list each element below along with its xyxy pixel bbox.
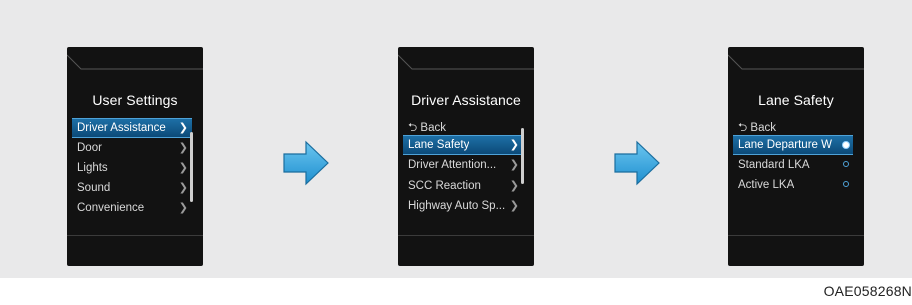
screen-lane-safety: Lane Safety ⮌ Back Lane Departure W Stan… — [728, 47, 864, 266]
back-label: Back — [750, 122, 776, 134]
chevron-right-icon: ❯ — [178, 182, 188, 194]
menu-item-label: Convenience — [77, 202, 145, 214]
chevron-right-icon: ❯ — [509, 180, 519, 192]
screen-title: Driver Assistance — [411, 92, 521, 108]
right-arrow-icon — [614, 140, 660, 186]
chevron-right-icon: ❯ — [178, 202, 188, 214]
screen-title: User Settings — [92, 92, 178, 108]
option-standard-lka[interactable]: Standard LKA — [733, 155, 853, 175]
menu-item-label: Sound — [77, 182, 111, 194]
screen-driver-assistance: Driver Assistance ⮌ Back Lane Safety ❯ D… — [398, 47, 534, 266]
back-arrow-icon: ⮌ — [408, 122, 418, 134]
bezel-top-line — [728, 54, 864, 70]
back-arrow-icon: ⮌ — [738, 122, 748, 134]
right-arrow-icon — [283, 140, 329, 186]
chevron-right-icon: ❯ — [178, 122, 188, 134]
radio-button-icon — [843, 181, 849, 187]
menu-item-label: Driver Attention... — [408, 159, 497, 171]
menu-item-label: Lane Safety — [408, 139, 470, 151]
option-label: Lane Departure W — [738, 139, 832, 151]
menu-item-scc-reaction[interactable]: SCC Reaction ❯ — [403, 176, 523, 196]
option-active-lka[interactable]: Active LKA — [733, 175, 853, 195]
menu-item-label: Driver Assistance — [77, 122, 166, 134]
option-label: Standard LKA — [738, 159, 810, 171]
chevron-right-icon: ❯ — [178, 162, 188, 174]
bezel-bottom-line — [67, 235, 203, 239]
menu-item-driver-attention[interactable]: Driver Attention... ❯ — [403, 155, 523, 175]
figure-code: OAE058268N — [823, 283, 912, 299]
menu-item-convenience[interactable]: Convenience ❯ — [72, 198, 192, 218]
back-label: Back — [420, 122, 446, 134]
screen-user-settings: User Settings Driver Assistance ❯ Door ❯… — [67, 47, 203, 266]
menu-item-sound[interactable]: Sound ❯ — [72, 178, 192, 198]
menu-item-lights[interactable]: Lights ❯ — [72, 158, 192, 178]
option-lane-departure-warning[interactable]: Lane Departure W — [733, 135, 853, 155]
bezel-bottom-line — [398, 235, 534, 239]
option-label: Active LKA — [738, 179, 795, 191]
menu-item-label: Highway Auto Sp... — [408, 200, 506, 212]
chevron-right-icon: ❯ — [509, 159, 519, 171]
chevron-right-icon: ❯ — [509, 139, 519, 151]
chevron-right-icon: ❯ — [178, 142, 188, 154]
menu-item-label: Lights — [77, 162, 108, 174]
chevron-right-icon: ❯ — [509, 200, 519, 212]
menu-item-driver-assistance[interactable]: Driver Assistance ❯ — [72, 118, 192, 138]
menu-item-label: SCC Reaction — [408, 180, 481, 192]
scrollbar[interactable] — [190, 132, 193, 202]
radio-button-icon — [843, 142, 849, 148]
menu-item-lane-safety[interactable]: Lane Safety ❯ — [403, 135, 523, 155]
menu-item-label: Door — [77, 142, 102, 154]
menu-item-highway-auto-speed[interactable]: Highway Auto Sp... ❯ — [403, 196, 523, 216]
radio-button-icon — [843, 161, 849, 167]
scrollbar[interactable] — [521, 128, 524, 184]
menu-item-door[interactable]: Door ❯ — [72, 138, 192, 158]
bezel-top-line — [398, 54, 534, 70]
bezel-bottom-line — [728, 235, 864, 239]
bezel-top-line — [67, 54, 203, 70]
screen-title: Lane Safety — [758, 92, 834, 108]
illustration-panel: User Settings Driver Assistance ❯ Door ❯… — [0, 0, 912, 278]
